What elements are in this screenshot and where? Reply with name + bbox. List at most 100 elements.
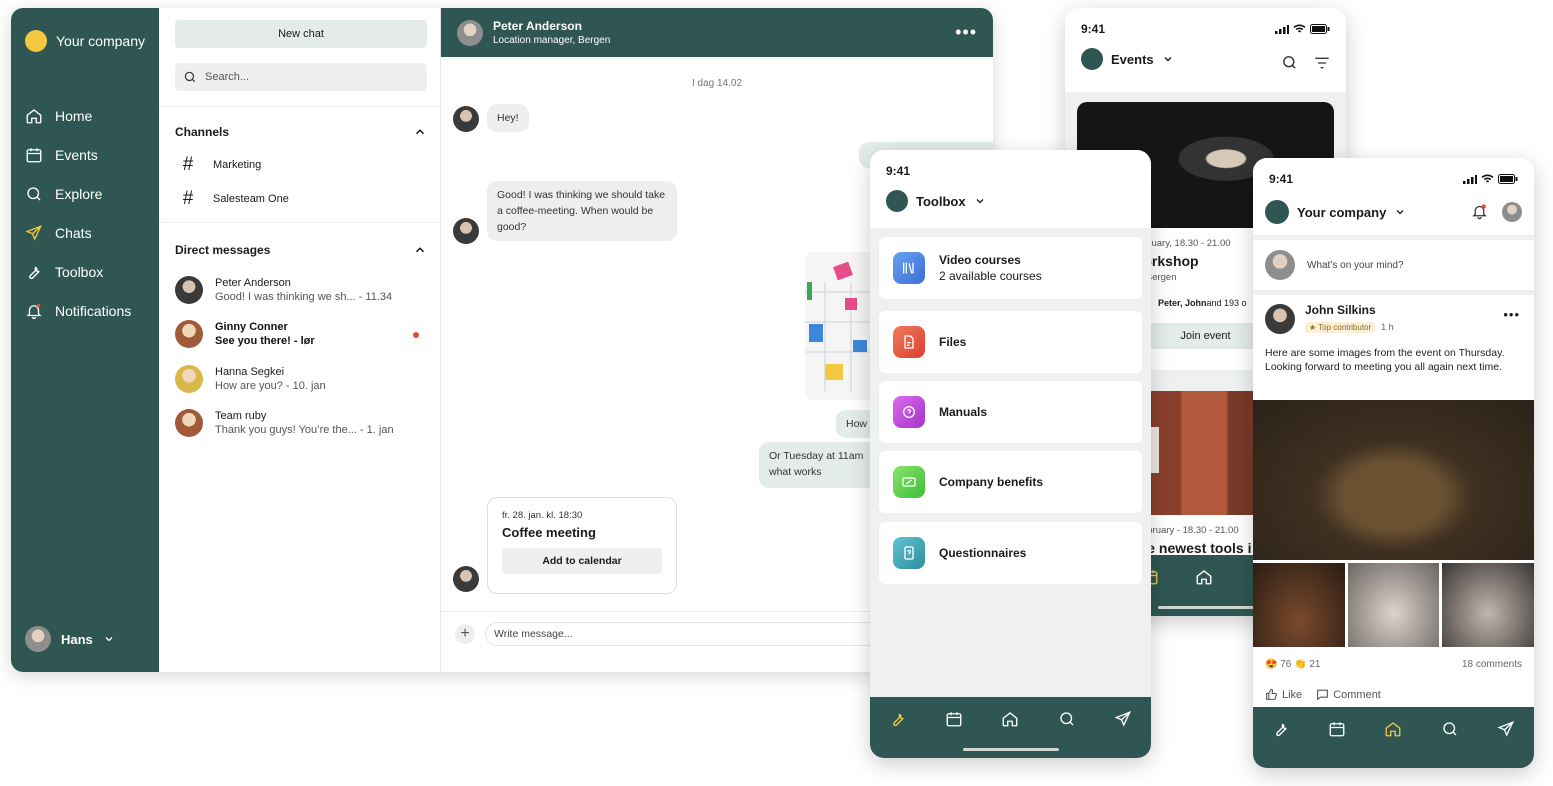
post-photo-main[interactable] — [1253, 400, 1534, 560]
new-chat-button[interactable]: New chat — [175, 20, 427, 48]
post-text: Here are some images from the event on T… — [1265, 347, 1505, 373]
signal-icon — [1463, 174, 1477, 184]
chevron-up-icon[interactable] — [413, 243, 427, 257]
reaction-count-text: 76 👏 21 — [1280, 659, 1321, 670]
dm-item-hanna-segkei[interactable]: Hanna Segkei How are you? - 10. jan — [175, 365, 433, 393]
channels-header[interactable]: Channels — [175, 125, 427, 139]
like-button[interactable]: Like — [1265, 688, 1302, 701]
user-menu[interactable]: Hans — [25, 626, 115, 652]
hash-icon: # — [182, 188, 194, 209]
toolbox-title-dropdown[interactable]: Toolbox — [886, 190, 986, 212]
conversation-header: Peter Anderson Location manager, Bergen … — [441, 8, 993, 57]
channel-name: Marketing — [213, 159, 262, 171]
toolbox-item-video-courses[interactable]: Video courses 2 available courses — [879, 237, 1142, 299]
user-avatar — [1265, 250, 1295, 280]
toolbox-item-files[interactable]: Files — [879, 311, 1142, 373]
channel-item-salesteam-one[interactable]: # Salesteam One — [181, 188, 289, 210]
comment-button[interactable]: Comment — [1316, 688, 1381, 701]
events-title-dropdown[interactable]: Events — [1081, 48, 1174, 70]
search-icon[interactable] — [1281, 54, 1298, 71]
message-input[interactable]: Write message... — [485, 622, 905, 646]
post-photo[interactable] — [1347, 563, 1440, 647]
comment-label: Comment — [1333, 688, 1381, 701]
search-icon — [27, 186, 41, 200]
dm-item-team-ruby[interactable]: Team ruby Thank you guys! You’re the... -… — [175, 409, 433, 437]
chevron-down-icon — [1396, 210, 1404, 215]
feed-post: John Silkins ★ Top contributor 1 h ••• He… — [1253, 295, 1534, 708]
search-icon[interactable] — [1441, 720, 1459, 738]
home-icon[interactable] — [1195, 568, 1213, 586]
nav-item-explore[interactable]: Explore — [25, 174, 131, 213]
toolbox-item-manuals[interactable]: Manuals — [879, 381, 1142, 443]
company-brand[interactable]: Your company — [25, 30, 145, 52]
dm-item-peter-anderson[interactable]: Peter Anderson Good! I was thinking we sh… — [175, 276, 433, 304]
home-icon — [26, 108, 42, 123]
toolbox-header: 9:41 Toolbox — [870, 150, 1151, 228]
status-time: 9:41 — [1081, 22, 1106, 36]
message-bubble-outgoing: Or Tuesday at 11am what works — [759, 442, 879, 488]
create-post-input[interactable]: What’s on your mind? — [1253, 240, 1534, 290]
dm-header[interactable]: Direct messages — [175, 243, 427, 257]
profile-avatar[interactable] — [1502, 202, 1522, 222]
dm-name: Hanna Segkei — [215, 366, 285, 378]
avatar — [175, 365, 203, 393]
send-icon — [25, 224, 43, 241]
chevron-up-icon[interactable] — [413, 125, 427, 139]
nav-item-chats[interactable]: Chats — [25, 213, 131, 252]
user-name: Hans — [61, 631, 93, 647]
ticket-icon — [893, 466, 925, 498]
item-subtitle: 2 available courses — [939, 269, 1042, 283]
chevron-down-icon — [1164, 57, 1172, 62]
chevron-down-icon — [105, 637, 113, 642]
search-icon[interactable] — [1058, 710, 1076, 728]
post-photo[interactable] — [1442, 563, 1534, 647]
post-time: 1 h — [1381, 322, 1394, 332]
event-card: fr. 28. jan. kl. 18:30 Coffee meeting Ad… — [487, 497, 677, 594]
home-icon[interactable] — [1001, 710, 1019, 728]
post-placeholder: What’s on your mind? — [1307, 259, 1404, 271]
channel-item-marketing[interactable]: # Marketing — [181, 154, 262, 176]
post-author[interactable]: John Silkins ★ Top contributor 1 h — [1265, 303, 1394, 335]
company-logo — [1265, 200, 1289, 224]
search-icon — [184, 71, 196, 83]
nav-label: Events — [55, 146, 98, 163]
calendar-icon[interactable] — [1328, 720, 1346, 738]
feed-header: 9:41 Your company — [1253, 158, 1534, 236]
hash-icon: # — [182, 154, 194, 175]
wrench-icon[interactable] — [889, 710, 907, 728]
nav-item-home[interactable]: Home — [25, 96, 131, 135]
contact-avatar[interactable] — [457, 19, 483, 46]
send-icon[interactable] — [1114, 710, 1132, 728]
search-input[interactable]: Search... — [175, 63, 427, 91]
dm-preview: Thank you guys! You’re the... - 1. jan — [215, 424, 394, 436]
notification-bell-icon[interactable] — [1471, 203, 1488, 220]
company-dropdown[interactable]: Your company — [1265, 200, 1406, 224]
top-contributor-badge: ★ Top contributor — [1305, 322, 1376, 333]
add-attachment-button[interactable]: + — [455, 624, 475, 644]
battery-icon — [1498, 174, 1518, 184]
post-photo[interactable] — [1253, 563, 1345, 647]
nav-item-notifications[interactable]: Notifications — [25, 291, 131, 330]
books-icon — [893, 252, 925, 284]
add-to-calendar-button[interactable]: Add to calendar — [502, 548, 662, 574]
comment-count[interactable]: 18 comments — [1462, 659, 1522, 670]
more-options-icon[interactable]: ••• — [955, 22, 977, 43]
toolbox-item-company-benefits[interactable]: Company benefits — [879, 451, 1142, 513]
nav-item-toolbox[interactable]: Toolbox — [25, 252, 131, 291]
shared-image[interactable] — [805, 252, 875, 400]
toolbox-item-questionnaires[interactable]: Questionnaires — [879, 522, 1142, 584]
user-avatar — [25, 626, 51, 652]
reaction-counts[interactable]: 😍 76 👏 21 — [1265, 659, 1321, 670]
dm-item-ginny-conner[interactable]: Ginny Conner See you there! - lør — [175, 320, 433, 348]
thumbs-up-icon — [1266, 688, 1277, 700]
badge-label: Top contributor — [1318, 323, 1372, 332]
search-placeholder: Search... — [205, 71, 250, 83]
nav-item-events[interactable]: Events — [25, 135, 131, 174]
wrench-icon[interactable] — [1272, 720, 1290, 738]
calendar-icon[interactable] — [945, 710, 963, 728]
questionnaire-icon — [893, 537, 925, 569]
filter-icon[interactable] — [1314, 56, 1330, 70]
send-icon[interactable] — [1497, 720, 1515, 738]
home-icon[interactable] — [1384, 720, 1402, 738]
post-more-icon[interactable]: ••• — [1503, 307, 1520, 322]
